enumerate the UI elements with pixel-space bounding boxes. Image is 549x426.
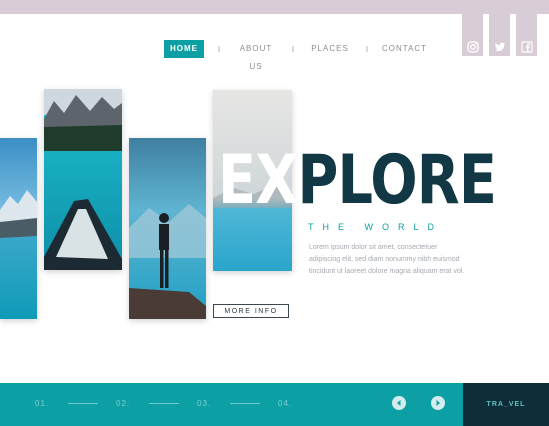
nav-places[interactable]: PLACES bbox=[308, 40, 352, 58]
more-info-button[interactable]: MORE INFO bbox=[213, 304, 289, 318]
lake-photo bbox=[0, 138, 37, 319]
nav-separator: I bbox=[291, 44, 295, 54]
nav-separator: I bbox=[365, 44, 369, 54]
arrow-right-icon bbox=[436, 400, 440, 406]
twitter-icon bbox=[494, 42, 505, 52]
hiker-photo bbox=[129, 138, 206, 319]
facebook-button[interactable] bbox=[516, 14, 537, 56]
main-nav: HOME I ABOUT US I PLACES I CONTACT bbox=[164, 40, 426, 71]
arrow-left-icon bbox=[397, 400, 401, 406]
facebook-icon bbox=[520, 41, 533, 53]
instagram-icon bbox=[466, 41, 479, 53]
hero-body-text: Lorem ipsum dolor sit amet, consectetuer… bbox=[309, 244, 465, 275]
headline-part-dark: PLORE bbox=[297, 141, 497, 220]
nav-contact[interactable]: CONTACT bbox=[382, 40, 426, 58]
page-divider bbox=[230, 403, 260, 404]
page-indicator-2[interactable]: 02. bbox=[116, 399, 130, 408]
brand-logo[interactable]: TRA_VEL bbox=[463, 383, 549, 426]
top-strip bbox=[0, 0, 549, 14]
page-indicator-4[interactable]: 04. bbox=[278, 399, 292, 408]
nav-separator: I bbox=[217, 44, 221, 54]
instagram-button[interactable] bbox=[462, 14, 483, 56]
prev-slide-button[interactable] bbox=[392, 396, 406, 410]
next-slide-button[interactable] bbox=[431, 396, 445, 410]
nav-home[interactable]: HOME bbox=[164, 40, 204, 58]
nav-about-us[interactable]: ABOUT US bbox=[234, 40, 278, 71]
page-divider bbox=[68, 403, 98, 404]
twitter-button[interactable] bbox=[489, 14, 510, 56]
hero-headline: EXPLORE bbox=[218, 146, 497, 216]
hero-subheadline: THE WORLD bbox=[308, 222, 443, 232]
canoe-lake-photo bbox=[44, 89, 122, 270]
page-indicator-1[interactable]: 01. bbox=[35, 399, 49, 408]
page-divider bbox=[149, 403, 179, 404]
page-indicator-3[interactable]: 03. bbox=[197, 399, 211, 408]
headline-part-light: EX bbox=[218, 141, 298, 220]
